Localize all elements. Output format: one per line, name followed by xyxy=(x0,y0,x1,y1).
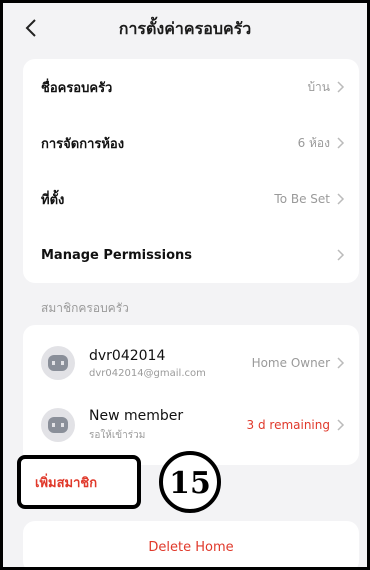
user-avatar-icon xyxy=(48,355,68,371)
avatar xyxy=(41,346,75,380)
settings-card: ชื่อครอบครัว บ้าน การจัดการห้อง 6 ห้อง ท… xyxy=(23,59,359,283)
chevron-right-icon xyxy=(337,419,345,431)
settings-label: ชื่อครอบครัว xyxy=(41,80,113,96)
delete-home-button[interactable]: Delete Home xyxy=(23,521,359,567)
chevron-right-icon xyxy=(337,249,345,261)
chevron-right-icon xyxy=(337,137,345,149)
settings-label: ที่ตั้ง xyxy=(41,192,65,208)
header: การตั้งค่าครอบครัว xyxy=(3,3,367,51)
user-avatar-icon xyxy=(48,417,68,433)
app-frame: การตั้งค่าครอบครัว ชื่อครอบครัว บ้าน การ… xyxy=(0,0,370,570)
add-member-button[interactable]: เพิ่มสมาชิก xyxy=(17,455,141,509)
settings-value: 6 ห้อง xyxy=(297,135,330,150)
members-card: dvr042014 dvr042014@gmail.com Home Owner… xyxy=(23,325,359,465)
settings-value: To Be Set xyxy=(274,192,330,206)
member-row-owner[interactable]: dvr042014 dvr042014@gmail.com Home Owner xyxy=(23,329,359,397)
chevron-right-icon xyxy=(337,81,345,93)
member-status: 3 d remaining xyxy=(246,418,330,432)
page-title: การตั้งค่าครอบครัว xyxy=(118,19,252,38)
settings-row-family-name[interactable]: ชื่อครอบครัว บ้าน xyxy=(23,59,359,115)
chevron-right-icon xyxy=(337,357,345,369)
section-title-members: สมาชิกครอบครัว xyxy=(41,301,129,315)
settings-label: การจัดการห้อง xyxy=(41,136,125,152)
member-name: New member xyxy=(89,407,184,424)
step-number-text: 15 xyxy=(169,466,211,501)
member-status: Home Owner xyxy=(251,356,330,370)
member-invite-status: รอให้เข้าร่วม xyxy=(89,429,146,441)
step-number-badge: 15 xyxy=(159,451,221,513)
chevron-right-icon xyxy=(337,193,345,205)
settings-row-manage-permissions[interactable]: Manage Permissions xyxy=(23,227,359,283)
settings-value: บ้าน xyxy=(307,79,330,94)
settings-label: Manage Permissions xyxy=(41,247,192,263)
avatar xyxy=(41,408,75,442)
settings-row-location[interactable]: ที่ตั้ง To Be Set xyxy=(23,171,359,227)
member-name: dvr042014 xyxy=(89,347,166,364)
member-email: dvr042014@gmail.com xyxy=(89,367,206,379)
settings-row-room-management[interactable]: การจัดการห้อง 6 ห้อง xyxy=(23,115,359,171)
